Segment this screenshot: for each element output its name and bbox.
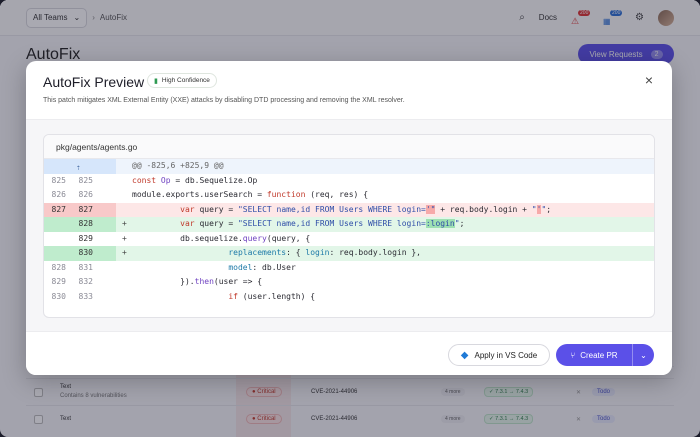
diff-line: 825 825 const Op = db.Sequelize.Op	[44, 174, 654, 189]
code-text: var query = "SELECT name,id FROM Users W…	[180, 204, 552, 214]
hunk-header-row: ⇡ @@ -825,6 +825,9 @@	[44, 159, 654, 174]
code-text: }).then(user => {	[132, 277, 263, 286]
new-line-number: 829	[78, 233, 93, 243]
old-line-number: 827	[51, 204, 66, 214]
dialog-body: pkg/agents/agents.go ⇡ @@ -825,6 +825,9 …	[26, 119, 672, 331]
app-window: All Teams ⌄ › AutoFix ⌕ Docs ⚠ 200 ▦ 200…	[0, 0, 700, 437]
old-line-number: 830	[51, 291, 66, 301]
create-pr-button[interactable]: ⑂ Create PR	[556, 344, 632, 366]
diff-line: 828 831 model: db.User	[44, 261, 654, 276]
diff-line-deleted: 827 827 var query = "SELECT name,id FROM…	[44, 202, 654, 217]
new-line-number: 825	[78, 175, 93, 185]
new-line-number: 830	[78, 248, 93, 257]
old-line-number: 826	[51, 190, 66, 199]
diff-marker: +	[122, 248, 127, 257]
chevron-down-icon: ⌄	[640, 350, 647, 360]
autofix-preview-dialog: AutoFix Preview ▮ High Confidence × This…	[26, 61, 672, 375]
dialog-description: This patch mitigates XML External Entity…	[43, 97, 405, 104]
old-line-number: 829	[51, 277, 66, 286]
code-text: var query = "SELECT name,id FROM Users W…	[180, 219, 465, 228]
new-line-number: 833	[78, 291, 93, 301]
code-text: model: db.User	[228, 262, 296, 272]
new-line-number: 826	[78, 190, 93, 199]
diff-line: 829 832 }).then(user => {	[44, 275, 654, 290]
diff-line: 830 833 if (user.length) {	[44, 290, 654, 305]
diff-line-added: 830 + replacements: { login: req.body.lo…	[44, 246, 654, 261]
dialog-title: AutoFix Preview	[43, 74, 145, 90]
new-line-number: 827	[78, 204, 93, 214]
diff-viewer: pkg/agents/agents.go ⇡ @@ -825,6 +825,9 …	[43, 134, 655, 318]
new-line-number: 831	[78, 262, 93, 272]
pull-request-icon: ⑂	[570, 350, 576, 360]
vscode-icon: ◆	[460, 349, 469, 361]
create-pr-label: Create PR	[580, 350, 618, 360]
hunk-header: @@ -825,6 +825,9 @@	[132, 161, 224, 170]
create-pr-options-button[interactable]: ⌄	[632, 344, 654, 366]
new-line-number: 828	[78, 219, 93, 228]
code-text: db.sequelize.query(query, {	[132, 233, 311, 243]
create-pr-button-group: ⑂ Create PR ⌄	[556, 344, 654, 366]
confidence-badge: ▮ High Confidence	[147, 73, 217, 88]
new-line-number: 832	[78, 277, 93, 286]
close-dialog-button[interactable]: ×	[642, 73, 656, 87]
dialog-footer: ◆ Apply in VS Code ⑂ Create PR ⌄	[26, 331, 672, 375]
code-text: replacements: { login: req.body.login },	[228, 248, 421, 257]
code-text: const Op = db.Sequelize.Op	[132, 175, 258, 185]
diff-marker: +	[122, 233, 127, 243]
old-line-number: 825	[51, 175, 66, 185]
apply-in-vscode-button[interactable]: ◆ Apply in VS Code	[448, 344, 550, 366]
diff-lines: ⇡ @@ -825,6 +825,9 @@ 825 825 const Op =…	[44, 159, 654, 304]
code-text: module.exports.userSearch = function (re…	[132, 190, 369, 199]
diff-marker: +	[122, 219, 127, 228]
diff-line: 826 826 module.exports.userSearch = func…	[44, 188, 654, 203]
confidence-label: High Confidence	[161, 77, 210, 84]
diff-line: 829 + db.sequelize.query(query, {	[44, 232, 654, 247]
code-text: if (user.length) {	[228, 291, 316, 301]
old-line-number: 828	[51, 262, 66, 272]
file-path: pkg/agents/agents.go	[44, 135, 654, 159]
signal-bars-icon: ▮	[154, 77, 158, 85]
apply-in-vscode-label: Apply in VS Code	[474, 350, 538, 360]
diff-line-added: 828 + var query = "SELECT name,id FROM U…	[44, 217, 654, 232]
